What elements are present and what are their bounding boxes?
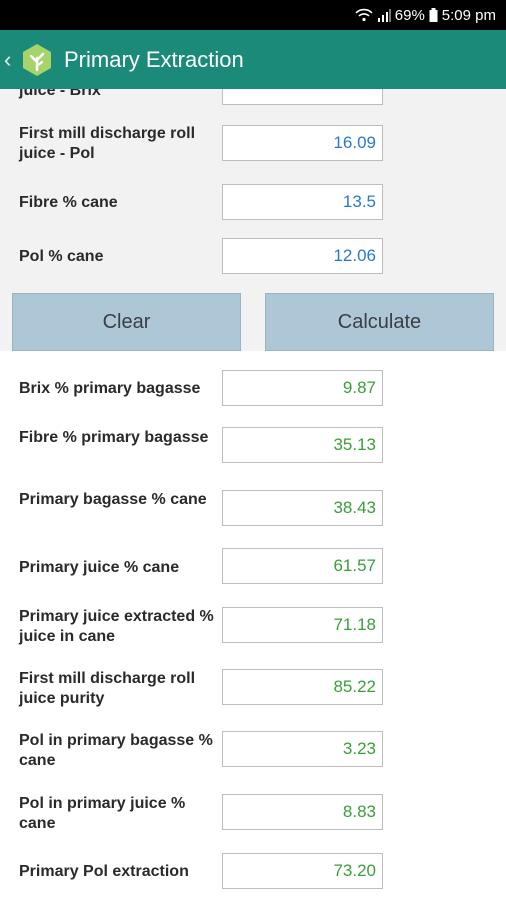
clock: 5:09 pm: [441, 6, 496, 24]
result-field: 85.22: [222, 669, 383, 705]
input-field-brix[interactable]: [222, 89, 383, 105]
result-label: Primary juice % cane: [19, 559, 180, 576]
input-section: juice - Brix First mill discharge roll j…: [0, 89, 506, 351]
input-label-fibre: Fibre % cane: [19, 194, 118, 211]
result-field: 73.20: [222, 853, 383, 889]
battery-icon: [429, 8, 438, 22]
status-bar: 69% 5:09 pm: [0, 0, 506, 30]
calculate-button[interactable]: Calculate: [265, 293, 494, 351]
result-field: 71.18: [222, 607, 383, 643]
wifi-icon: [355, 8, 373, 22]
result-field: 38.43: [222, 490, 383, 526]
input-label-pol: First mill discharge roll juice - Pol: [19, 125, 196, 162]
back-chevron-icon[interactable]: ‹: [4, 48, 18, 71]
result-label: Fibre % primary bagasse: [19, 429, 209, 446]
result-label: Pol in primary bagasse % cane: [19, 732, 213, 769]
result-label: Primary bagasse % cane: [19, 491, 207, 508]
result-label: Primary juice extracted % juice in cane: [19, 608, 214, 645]
page-title: Primary Extraction: [64, 46, 244, 72]
result-label: First mill discharge roll juice purity: [19, 670, 196, 707]
scroll-content[interactable]: juice - Brix First mill discharge roll j…: [0, 89, 506, 900]
input-label-brix: juice - Brix: [19, 89, 101, 99]
app-bar: ‹ Primary Extraction: [0, 30, 506, 89]
battery-percent: 69%: [394, 6, 425, 24]
result-label: Primary Pol extraction: [19, 863, 189, 880]
result-field: 9.87: [222, 370, 383, 406]
result-label: Pol in primary juice % cane: [19, 795, 186, 832]
input-field-fibre[interactable]: 13.5: [222, 184, 383, 220]
result-field: 3.23: [222, 731, 383, 767]
result-field: 61.57: [222, 548, 383, 584]
app-logo-icon[interactable]: [18, 41, 56, 79]
input-field-pol-cane[interactable]: 12.06: [222, 238, 383, 274]
clear-button[interactable]: Clear: [12, 293, 241, 351]
result-field: 8.83: [222, 794, 383, 830]
signal-icon: [377, 8, 391, 22]
input-label-pol-cane: Pol % cane: [19, 248, 104, 265]
result-label: Brix % primary bagasse: [19, 380, 201, 397]
results-section: Brix % primary bagasse 9.87 Fibre % prim…: [0, 351, 506, 900]
input-field-pol[interactable]: 16.09: [222, 125, 383, 161]
result-field: 35.13: [222, 427, 383, 463]
